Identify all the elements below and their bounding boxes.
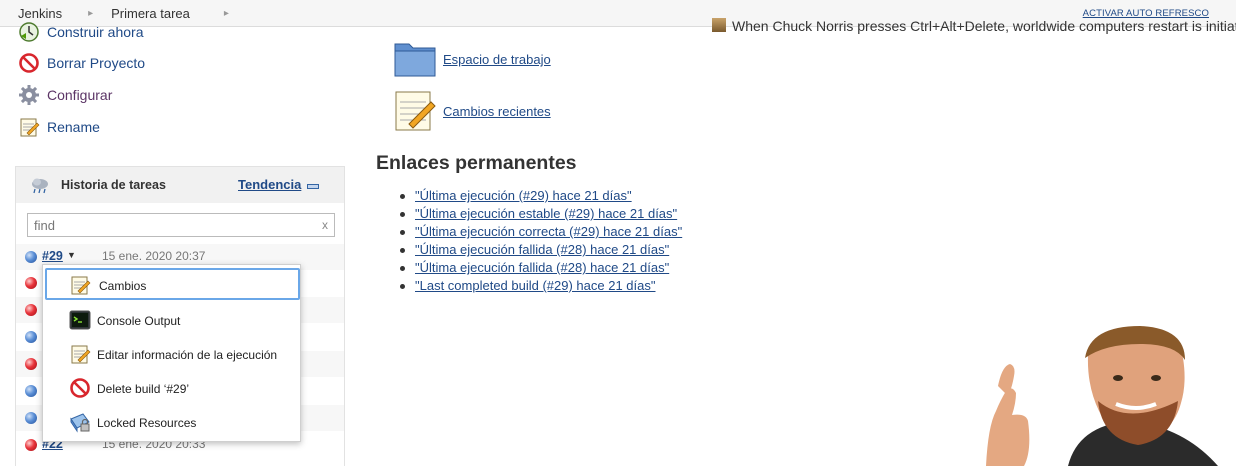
build-clock-icon [18,21,40,43]
workspace-link[interactable]: Espacio de trabajo [393,38,551,81]
chuck-norris-quote: When Chuck Norris presses Ctrl+Alt+Delet… [712,18,1236,34]
permalink-text[interactable]: "Última ejecución (#29) hace 21 días" [415,188,632,203]
menu-item-delete-build[interactable]: Delete build ‘#29’ [43,371,300,405]
permalink-item[interactable]: "Última ejecución correcta (#29) hace 21… [399,224,682,242]
permalink-text[interactable]: "Última ejecución fallida (#28) hace 21 … [415,260,669,275]
permalinks-list: "Última ejecución (#29) hace 21 días" "Ú… [399,188,682,296]
menu-item-changes[interactable]: Cambios [45,268,300,300]
breadcrumb-separator-icon[interactable]: ▸ [224,8,229,19]
task-configure[interactable]: Configurar [18,84,112,106]
recent-changes-link[interactable]: Cambios recientes [393,88,551,135]
menu-item-locked-resources[interactable]: Locked Resources [43,405,300,439]
status-red-ball-icon [25,439,37,451]
notepad-icon [393,88,437,135]
task-build-now-label: Construir ahora [47,24,144,40]
status-red-ball-icon [25,358,37,370]
clear-search-icon[interactable]: x [322,218,328,232]
weather-cloud-icon [30,176,50,197]
notepad-icon [18,116,40,138]
task-rename[interactable]: Rename [18,116,100,138]
chuck-quote-text: When Chuck Norris presses Ctrl+Alt+Delet… [732,18,1236,34]
status-blue-ball-icon [25,412,37,424]
menu-item-edit-build-info[interactable]: Editar información de la ejecución [43,337,300,371]
build-history-title: Historia de tareas [61,178,166,192]
task-delete-project-label: Borrar Proyecto [47,55,146,71]
recent-changes-link-label[interactable]: Cambios recientes [443,104,551,119]
trend-link[interactable]: Tendencia [238,177,301,192]
build-date: 15 ene. 2020 20:37 [102,249,206,263]
status-red-ball-icon [25,277,37,289]
permalinks-title: Enlaces permanentes [376,152,577,174]
menu-item-delete-build-label: Delete build ‘#29’ [97,382,190,396]
build-history-header: Historia de tareas Tendencia [16,167,344,203]
task-delete-project[interactable]: Borrar Proyecto [18,52,145,74]
lock-resource-icon [69,411,91,433]
permalink-text[interactable]: "Última ejecución estable (#29) hace 21 … [415,206,677,221]
notepad-icon [69,274,91,296]
menu-item-locked-resources-label: Locked Resources [97,416,197,430]
permalink-item[interactable]: "Última ejecución estable (#29) hace 21 … [399,206,682,224]
breadcrumb-separator-icon[interactable]: ▸ [88,8,93,19]
menu-item-console-output-label: Console Output [97,314,181,328]
chuck-norris-image [978,326,1236,466]
folder-icon [393,38,437,81]
trend-graph-icon[interactable] [307,184,319,189]
permalink-text[interactable]: "Última ejecución correcta (#29) hace 21… [415,224,682,239]
build-context-menu: Cambios Console Output Editar informació… [42,264,301,442]
task-rename-label: Rename [47,119,100,135]
terminal-icon [69,309,91,331]
task-configure-label: Configurar [47,87,113,103]
menu-item-console-output[interactable]: Console Output [43,303,300,337]
build-search-input[interactable]: find x [27,213,335,237]
breadcrumb-job[interactable]: Primera tarea [111,6,190,21]
build-search-placeholder: find [34,218,55,233]
status-red-ball-icon [25,304,37,316]
status-blue-ball-icon [25,331,37,343]
permalink-item[interactable]: "Última ejecución (#29) hace 21 días" [399,188,682,206]
status-blue-ball-icon [25,385,37,397]
permalink-item[interactable]: "Última ejecución fallida (#28) hace 21 … [399,260,682,278]
chuck-avatar-icon [712,18,726,32]
permalink-text[interactable]: "Last completed build (#29) hace 21 días… [415,278,656,293]
no-entry-icon [18,52,40,74]
permalink-item[interactable]: "Last completed build (#29) hace 21 días… [399,278,682,296]
workspace-link-label[interactable]: Espacio de trabajo [443,52,551,67]
notepad-icon [69,343,91,365]
build-menu-caret-icon[interactable]: ▼ [67,250,76,260]
menu-item-edit-build-info-label: Editar información de la ejecución [97,348,278,362]
status-blue-ball-icon [25,251,37,263]
build-number-link[interactable]: #29 [42,249,63,263]
no-entry-icon [69,377,91,399]
gear-icon [18,84,40,106]
menu-item-changes-label: Cambios [99,279,147,293]
task-build-now[interactable]: Construir ahora [18,21,144,43]
permalink-text[interactable]: "Última ejecución fallida (#28) hace 21 … [415,242,669,257]
permalink-item[interactable]: "Última ejecución fallida (#28) hace 21 … [399,242,682,260]
breadcrumb-jenkins[interactable]: Jenkins [0,6,62,21]
